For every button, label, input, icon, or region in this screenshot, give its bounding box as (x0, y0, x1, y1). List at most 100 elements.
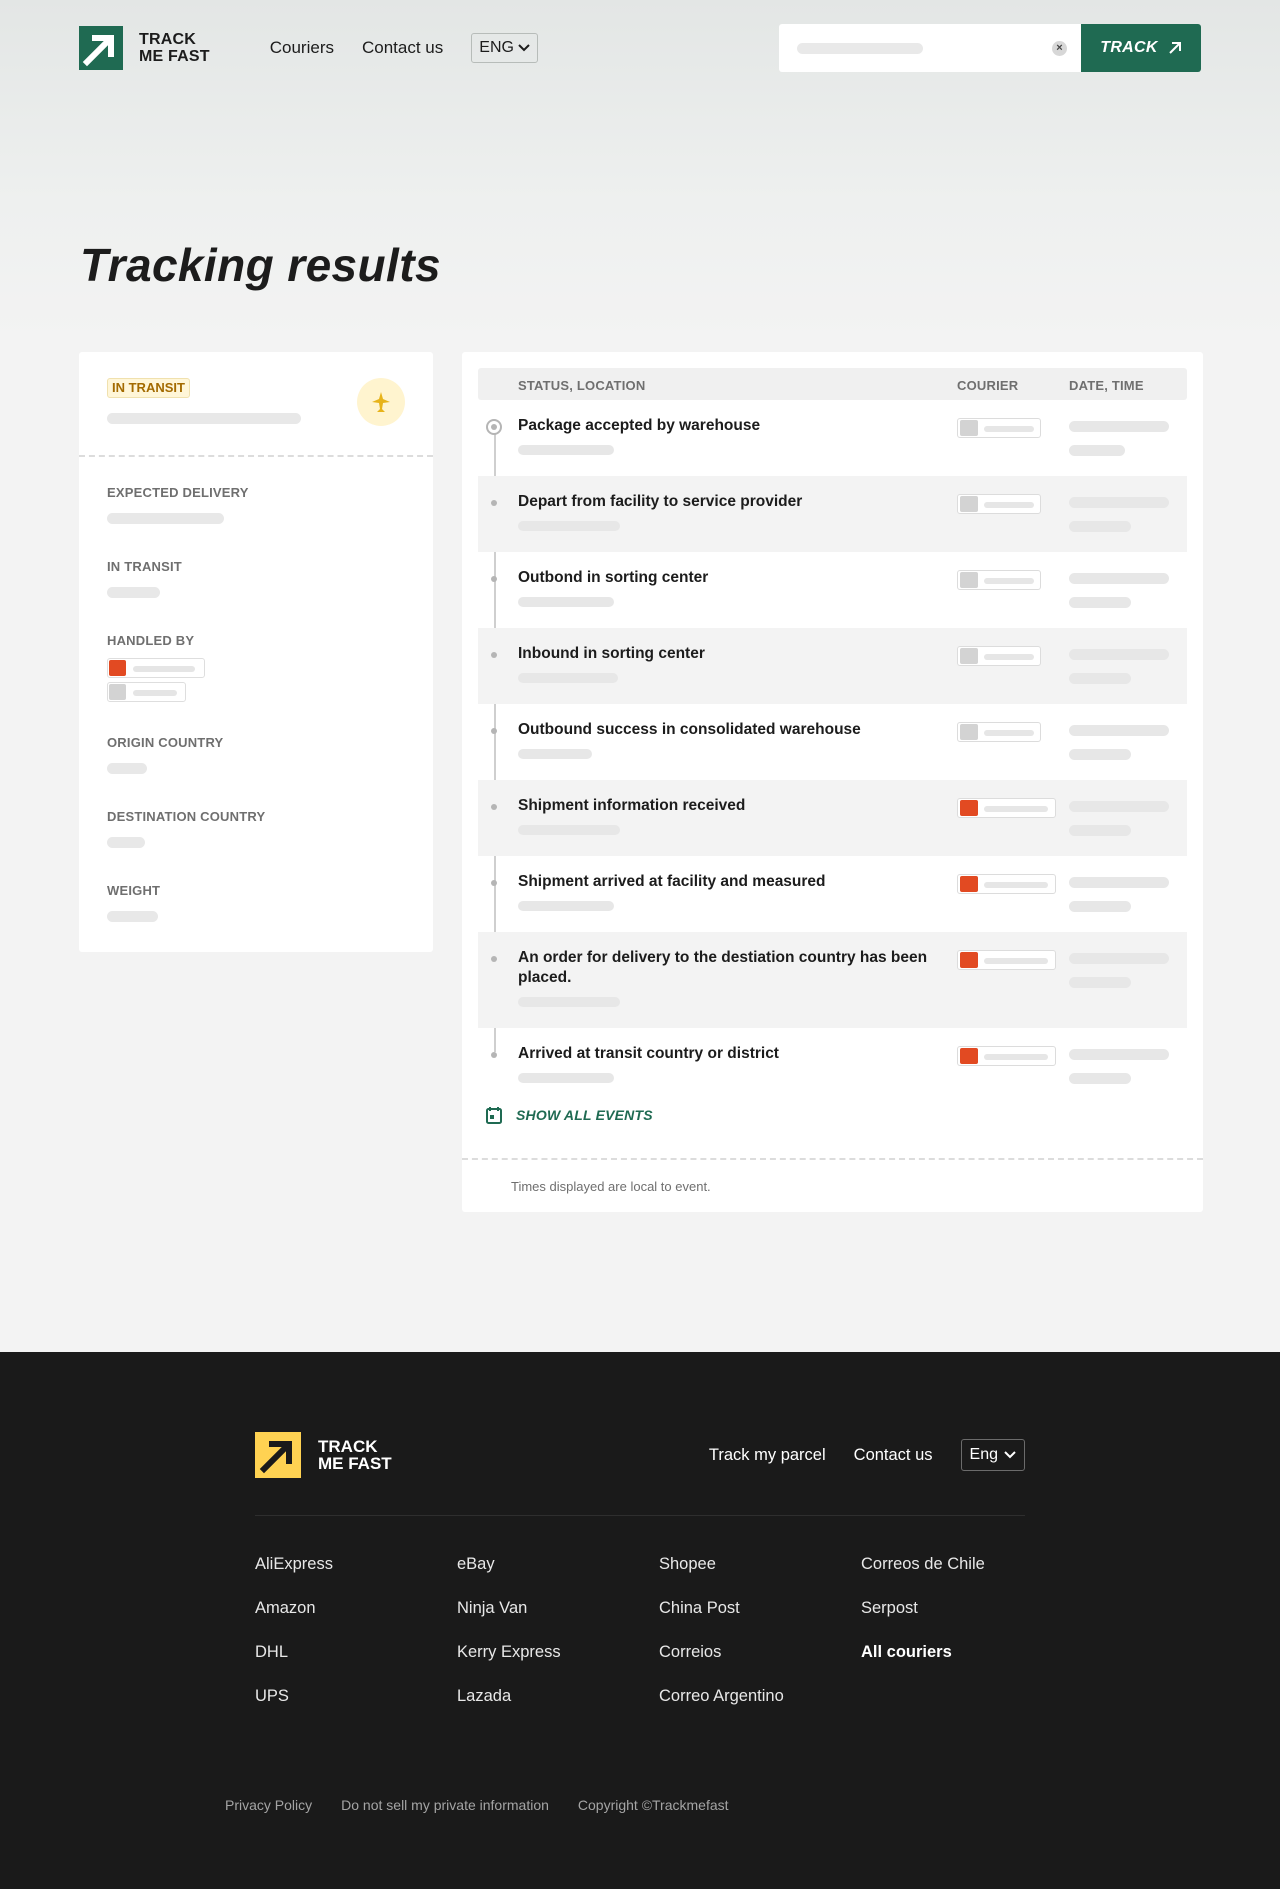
footer-link[interactable]: Lazada (457, 1686, 659, 1730)
event-row[interactable]: Depart from facility to service provider (478, 476, 1187, 552)
heart-icon (960, 876, 978, 892)
footer-link[interactable]: Correos de Chile (861, 1554, 1063, 1598)
chevron-down-icon (518, 39, 530, 57)
event-row[interactable]: Outbound success in consolidated warehou… (478, 704, 1187, 780)
event-courier (957, 646, 1041, 666)
footer-logo-text: TRACK ME FAST (318, 1438, 392, 1472)
header: TRACK ME FAST Couriers Contact us ENG × … (79, 24, 1201, 72)
copyright-text: Copyright ©Trackmefast (577, 1797, 729, 1813)
event-row[interactable]: Shipment information received (478, 780, 1187, 856)
courier-name-skeleton (984, 502, 1034, 508)
footer-link[interactable]: Ninja Van (457, 1598, 659, 1642)
footer-link[interactable]: Kerry Express (457, 1642, 659, 1686)
arrow-up-right-icon (79, 26, 123, 70)
search-value-placeholder (797, 43, 923, 54)
footer-link[interactable]: DHL (255, 1642, 457, 1686)
event-row[interactable]: Package accepted by warehouse (478, 400, 1187, 476)
event-time-skeleton (1069, 673, 1131, 684)
event-date-skeleton (1069, 573, 1169, 584)
footer-link[interactable]: UPS (255, 1686, 457, 1730)
footer-language-label: Eng (969, 1446, 998, 1463)
footer-logo[interactable]: TRACK ME FAST (255, 1432, 392, 1478)
event-status: An order for delivery to the destiation … (518, 949, 928, 986)
footer-link[interactable]: eBay (457, 1554, 659, 1598)
footer-link[interactable]: China Post (659, 1598, 861, 1642)
courier-tag-red (107, 658, 205, 678)
timeline-start-icon (486, 419, 502, 435)
language-select[interactable]: ENG (471, 33, 538, 63)
do-not-sell-link[interactable]: Do not sell my private information (341, 1797, 549, 1813)
footer-link[interactable]: Amazon (255, 1598, 457, 1642)
tracking-search: × TRACK (779, 24, 1201, 72)
courier-name-skeleton (984, 882, 1048, 888)
main-nav: Couriers Contact us ENG (270, 33, 538, 63)
event-courier (957, 418, 1041, 438)
event-row[interactable]: Shipment arrived at facility and measure… (478, 856, 1187, 932)
show-all-events-label: SHOW ALL EVENTS (516, 1107, 653, 1123)
event-time-skeleton (1069, 901, 1131, 912)
chevron-down-icon (1004, 1451, 1016, 1459)
event-time-skeleton (1069, 521, 1131, 532)
event-status: Outbond in sorting center (518, 569, 709, 586)
event-location-skeleton (518, 1073, 614, 1083)
footer-link[interactable]: Serpost (861, 1598, 1063, 1642)
nav-couriers[interactable]: Couriers (270, 38, 334, 58)
track-button[interactable]: TRACK (1081, 24, 1201, 72)
in-transit-skeleton (107, 587, 160, 598)
weight-skeleton (107, 911, 158, 922)
event-time-skeleton (1069, 445, 1125, 456)
column-status: STATUS, LOCATION (518, 378, 646, 393)
show-all-events-button[interactable]: SHOW ALL EVENTS (486, 1106, 653, 1124)
footer-column: AliExpress Amazon DHL UPS (255, 1554, 457, 1730)
event-status: Shipment arrived at facility and measure… (518, 873, 826, 890)
plane-icon (357, 378, 405, 426)
label-destination-country: DESTINATION COUNTRY (107, 809, 266, 824)
footer-column: eBay Ninja Van Kerry Express Lazada (457, 1554, 659, 1730)
label-origin-country: ORIGIN COUNTRY (107, 735, 224, 750)
footer-link[interactable]: Shopee (659, 1554, 861, 1598)
footer-nav-track-my-parcel[interactable]: Track my parcel (709, 1446, 826, 1465)
event-time-skeleton (1069, 977, 1131, 988)
event-courier (957, 722, 1041, 742)
nav-contact-us[interactable]: Contact us (362, 38, 443, 58)
logo-text: TRACK ME FAST (139, 31, 210, 65)
footer-logo-line2: ME FAST (318, 1454, 392, 1473)
footer-link[interactable]: AliExpress (255, 1554, 457, 1598)
event-row[interactable]: Arrived at transit country or district (478, 1028, 1187, 1104)
footer-divider (255, 1515, 1025, 1516)
courier-name-skeleton (984, 654, 1034, 660)
event-date-skeleton (1069, 953, 1169, 964)
arrow-up-right-icon (1169, 42, 1181, 54)
truck-icon (960, 648, 978, 664)
logo[interactable]: TRACK ME FAST (79, 26, 210, 70)
heart-icon (960, 1048, 978, 1064)
event-date-skeleton (1069, 497, 1169, 508)
event-row[interactable]: Outbond in sorting center (478, 552, 1187, 628)
truck-icon (960, 420, 978, 436)
privacy-policy-link[interactable]: Privacy Policy (225, 1797, 312, 1813)
event-status: Shipment information received (518, 797, 746, 814)
summary-card: IN TRANSIT EXPECTED DELIVERY IN TRANSIT … (79, 352, 433, 952)
event-row[interactable]: An order for delivery to the destiation … (478, 932, 1187, 1028)
tracking-number-skeleton (107, 413, 301, 424)
footer-language-select[interactable]: Eng (960, 1439, 1025, 1471)
footer-link[interactable]: Correo Argentino (659, 1686, 861, 1730)
footer-legal: Privacy Policy Do not sell my private in… (225, 1797, 729, 1813)
destination-country-skeleton (107, 837, 145, 848)
timeline-dot (491, 956, 497, 962)
events-card: STATUS, LOCATION COURIER DATE, TIME Pack… (462, 352, 1203, 1212)
clear-icon[interactable]: × (1052, 41, 1067, 56)
event-location-skeleton (518, 901, 614, 911)
event-courier (957, 798, 1056, 818)
footer-logo-line1: TRACK (318, 1437, 378, 1456)
timezone-note: Times displayed are local to event. (511, 1179, 711, 1194)
timeline-dot (491, 1052, 497, 1058)
courier-name-skeleton (984, 578, 1034, 584)
event-row[interactable]: Inbound in sorting center (478, 628, 1187, 704)
truck-icon (960, 724, 978, 740)
footer-link[interactable]: Correios (659, 1642, 861, 1686)
footer-link-all-couriers[interactable]: All couriers (861, 1642, 1063, 1686)
footer-nav-contact-us[interactable]: Contact us (854, 1446, 933, 1465)
divider (79, 455, 433, 457)
event-date-skeleton (1069, 725, 1169, 736)
